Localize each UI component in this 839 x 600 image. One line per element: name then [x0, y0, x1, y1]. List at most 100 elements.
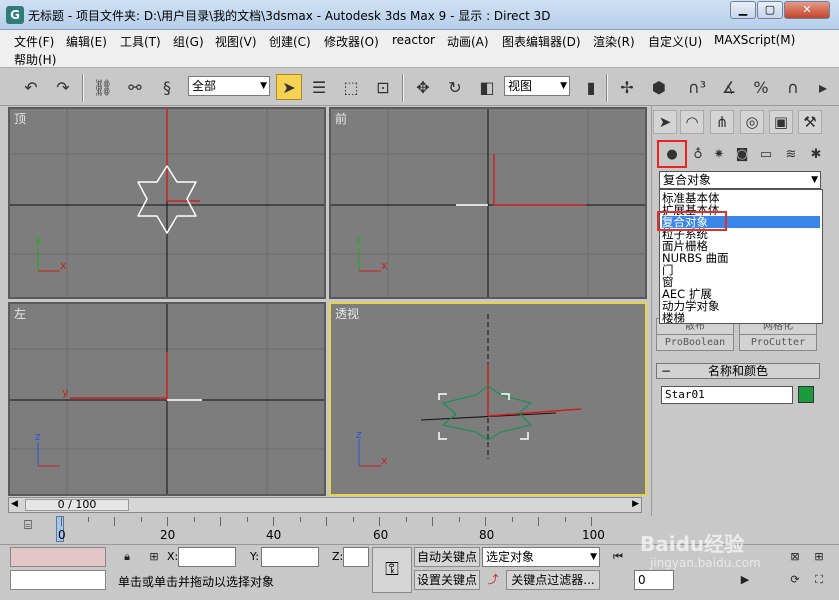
list-item[interactable]: NURBS 曲面: [662, 252, 820, 264]
app-icon[interactable]: G: [6, 6, 24, 24]
menu-graph-editors[interactable]: 图表编辑器(D): [502, 33, 581, 50]
snaps-toggle-icon[interactable]: ∩³: [684, 74, 710, 100]
z-coordinate-field[interactable]: [343, 547, 369, 567]
viewport-label[interactable]: 顶: [14, 110, 26, 127]
track-bar[interactable]: ⌸ 0 20 40 60 80 100: [0, 514, 651, 544]
rectangular-selection-icon[interactable]: ⬚: [338, 74, 364, 100]
menu-maxscript[interactable]: MAXScript(M): [714, 33, 795, 47]
maximize-button[interactable]: ▢: [757, 1, 783, 19]
undo-icon[interactable]: ↶: [18, 74, 44, 100]
select-and-link-icon[interactable]: ⛓: [90, 74, 116, 100]
go-to-start-icon[interactable]: ⏮: [609, 548, 627, 566]
utilities-tab-icon[interactable]: ⚒: [798, 110, 822, 134]
display-tab-icon[interactable]: ▣: [769, 110, 793, 134]
menu-tools[interactable]: 工具(T): [120, 33, 161, 50]
shapes-icon[interactable]: ♁: [687, 143, 709, 165]
percent-snap-icon[interactable]: %: [748, 74, 774, 100]
maxscript-listener-white[interactable]: [10, 570, 106, 590]
select-and-move-icon[interactable]: ✥: [410, 74, 436, 100]
keyboard-shortcut-icon[interactable]: ⬢: [646, 74, 672, 100]
angle-snap-icon[interactable]: ∡: [716, 74, 742, 100]
time-slider[interactable]: ◀ 0 / 100 ▶: [8, 497, 642, 513]
zoom-extents-icon[interactable]: ⊠: [786, 548, 804, 566]
lights-icon[interactable]: ✷: [708, 143, 730, 165]
geometry-sphere-icon[interactable]: ●: [657, 140, 687, 168]
menu-rendering[interactable]: 渲染(R): [593, 33, 635, 50]
viewport-label[interactable]: 左: [14, 305, 26, 322]
curve-editor-icon[interactable]: ⌸: [18, 518, 38, 536]
play-icon[interactable]: ▶: [736, 571, 754, 589]
systems-icon[interactable]: ✱: [805, 143, 827, 165]
object-color-swatch[interactable]: [798, 386, 814, 403]
category-dropdown[interactable]: 复合对象 ▼: [659, 171, 821, 189]
time-prev-icon[interactable]: ◀: [11, 499, 18, 509]
title-bar[interactable]: G 无标题 - 项目文件夹: D:\用户目录\我的文档\3dsmax - Aut…: [0, 0, 839, 30]
unlink-icon[interactable]: ⚯: [122, 74, 148, 100]
key-tangent-icon[interactable]: ⤴: [484, 571, 502, 589]
viewport-left[interactable]: 左 y z: [8, 302, 326, 496]
name-and-color-rollout[interactable]: − 名称和颜色: [656, 363, 820, 379]
x-coordinate-field[interactable]: [178, 547, 236, 567]
auto-key-button[interactable]: 自动关键点: [414, 547, 480, 567]
spinner-snap-icon[interactable]: ∩: [780, 74, 806, 100]
motion-tab-icon[interactable]: ◎: [740, 110, 764, 134]
close-button[interactable]: ✕: [784, 1, 830, 19]
lock-icon[interactable]: 🔒︎: [118, 548, 136, 566]
proboolean-button[interactable]: ProBoolean: [656, 334, 734, 351]
menu-file[interactable]: 文件(F): [14, 33, 54, 50]
window-crossing-icon[interactable]: ⊡: [370, 74, 396, 100]
pivot-center-icon[interactable]: ▮: [578, 74, 604, 100]
viewport-top[interactable]: 顶 y x: [8, 107, 326, 299]
menu-create[interactable]: 创建(C): [269, 33, 311, 50]
minimize-button[interactable]: ▁: [730, 1, 756, 19]
menu-modifiers[interactable]: 修改器(O): [324, 33, 379, 50]
toolbar-more-icon[interactable]: ▸: [810, 74, 836, 100]
maxscript-listener-pink[interactable]: [10, 547, 106, 567]
y-coordinate-field[interactable]: [261, 547, 319, 567]
select-and-manipulate-icon[interactable]: ✢: [614, 74, 640, 100]
modify-tab-icon[interactable]: ◠: [680, 110, 704, 134]
viewport-label[interactable]: 前: [335, 110, 347, 127]
current-frame-field[interactable]: 0: [634, 570, 674, 590]
menu-customize[interactable]: 自定义(U): [648, 33, 702, 50]
absolute-mode-icon[interactable]: ⊞: [145, 548, 163, 566]
hierarchy-tab-icon[interactable]: ⋔: [710, 110, 734, 134]
bind-space-warp-icon[interactable]: §: [154, 74, 180, 100]
list-item[interactable]: 动力学对象: [662, 300, 820, 312]
menu-group[interactable]: 组(G): [173, 33, 204, 50]
timeline-tick: [485, 517, 486, 526]
maximize-viewport-icon[interactable]: ⛶: [810, 571, 828, 589]
select-and-rotate-icon[interactable]: ↻: [442, 74, 468, 100]
menu-reactor[interactable]: reactor: [392, 33, 435, 47]
select-and-scale-icon[interactable]: ◧: [474, 74, 500, 100]
list-item[interactable]: 楼梯: [662, 312, 820, 323]
menu-views[interactable]: 视图(V): [215, 33, 257, 50]
select-object-icon[interactable]: ➤: [276, 74, 302, 100]
select-by-name-icon[interactable]: ☰: [306, 74, 332, 100]
menu-help[interactable]: 帮助(H): [14, 51, 56, 68]
menu-animation[interactable]: 动画(A): [447, 33, 489, 50]
helpers-icon[interactable]: ▭: [755, 143, 777, 165]
procutter-button[interactable]: ProCutter: [739, 334, 817, 351]
viewport-label[interactable]: 透视: [335, 305, 359, 322]
viewport-front[interactable]: 前 z x: [329, 107, 647, 299]
time-slider-thumb[interactable]: 0 / 100: [25, 499, 129, 511]
set-key-button[interactable]: 设置关键点: [414, 570, 480, 590]
key-filters-button[interactable]: 关键点过滤器...: [506, 570, 600, 590]
redo-icon[interactable]: ↷: [50, 74, 76, 100]
key-icon[interactable]: ⚿: [372, 547, 412, 593]
time-next-icon[interactable]: ▶: [632, 499, 639, 509]
list-item[interactable]: 门: [662, 264, 820, 276]
cameras-icon[interactable]: ◙: [731, 143, 753, 165]
key-mode-dropdown[interactable]: 选定对象 ▼: [482, 547, 600, 567]
reference-coordinate-dropdown[interactable]: 视图 ▼: [504, 76, 570, 96]
object-name-input[interactable]: Star01: [661, 386, 793, 404]
arc-rotate-icon[interactable]: ⟳: [786, 571, 804, 589]
viewport-perspective[interactable]: 透视 z x: [329, 302, 647, 496]
zoom-all-icon[interactable]: ⊞: [810, 548, 828, 566]
menu-edit[interactable]: 编辑(E): [66, 33, 107, 50]
category-dropdown-list[interactable]: 标准基本体 扩展基本体 复合对象 粒子系统 面片栅格 NURBS 曲面 门 窗 …: [659, 189, 823, 324]
space-warps-icon[interactable]: ≋: [780, 143, 802, 165]
selection-filter-dropdown[interactable]: 全部 ▼: [188, 76, 270, 96]
create-tab-icon[interactable]: ➤: [653, 110, 677, 134]
